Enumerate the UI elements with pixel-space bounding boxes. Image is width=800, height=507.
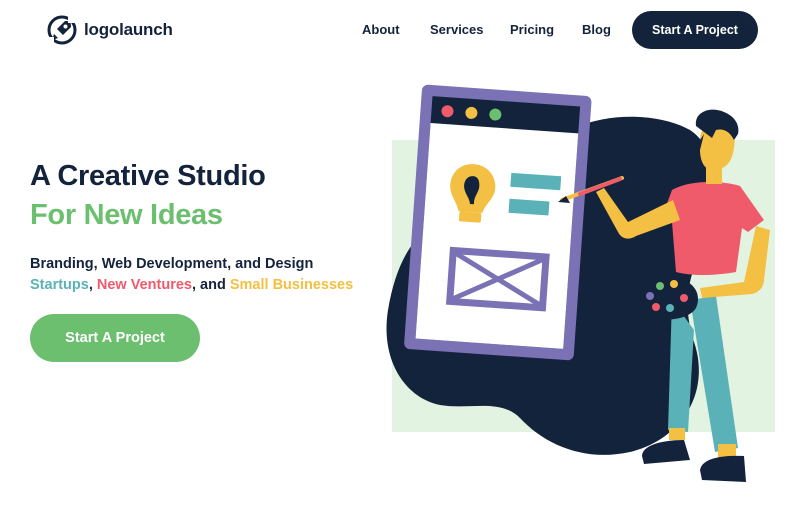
hero-illustration: [386, 84, 775, 482]
audience-small-businesses: Small Businesses: [229, 277, 354, 293]
logo[interactable]: logolaunch: [46, 14, 173, 46]
hero-start-project-button[interactable]: Start A Project: [30, 314, 200, 362]
hero-title-accent: For New Ideas: [30, 199, 223, 231]
image-placeholder-icon: [445, 246, 550, 312]
top-navigation: logolaunch About Services Pricing Blog S…: [0, 0, 800, 62]
nav-link-blog[interactable]: Blog: [582, 22, 611, 37]
browser-mockup: [404, 84, 592, 361]
rocket-logo-icon: [47, 15, 77, 45]
paint-palette-icon: [636, 276, 698, 320]
brand-name: logolaunch: [84, 20, 173, 39]
nav-link-pricing[interactable]: Pricing: [510, 22, 554, 37]
audience-separator: , and: [191, 277, 230, 293]
hero-audience-line: Startups, New Ventures, and Small Busine…: [30, 277, 353, 293]
content-line: [508, 198, 550, 216]
nav-start-project-button[interactable]: Start A Project: [632, 11, 758, 49]
audience-separator: ,: [88, 277, 97, 293]
audience-new-ventures: New Ventures: [96, 277, 192, 293]
nav-link-about[interactable]: About: [362, 22, 400, 37]
audience-startups: Startups: [30, 277, 89, 293]
hero-subtitle: Branding, Web Development, and Design: [30, 256, 314, 272]
hero-title: A Creative Studio: [30, 160, 266, 192]
nav-link-services[interactable]: Services: [430, 22, 484, 37]
